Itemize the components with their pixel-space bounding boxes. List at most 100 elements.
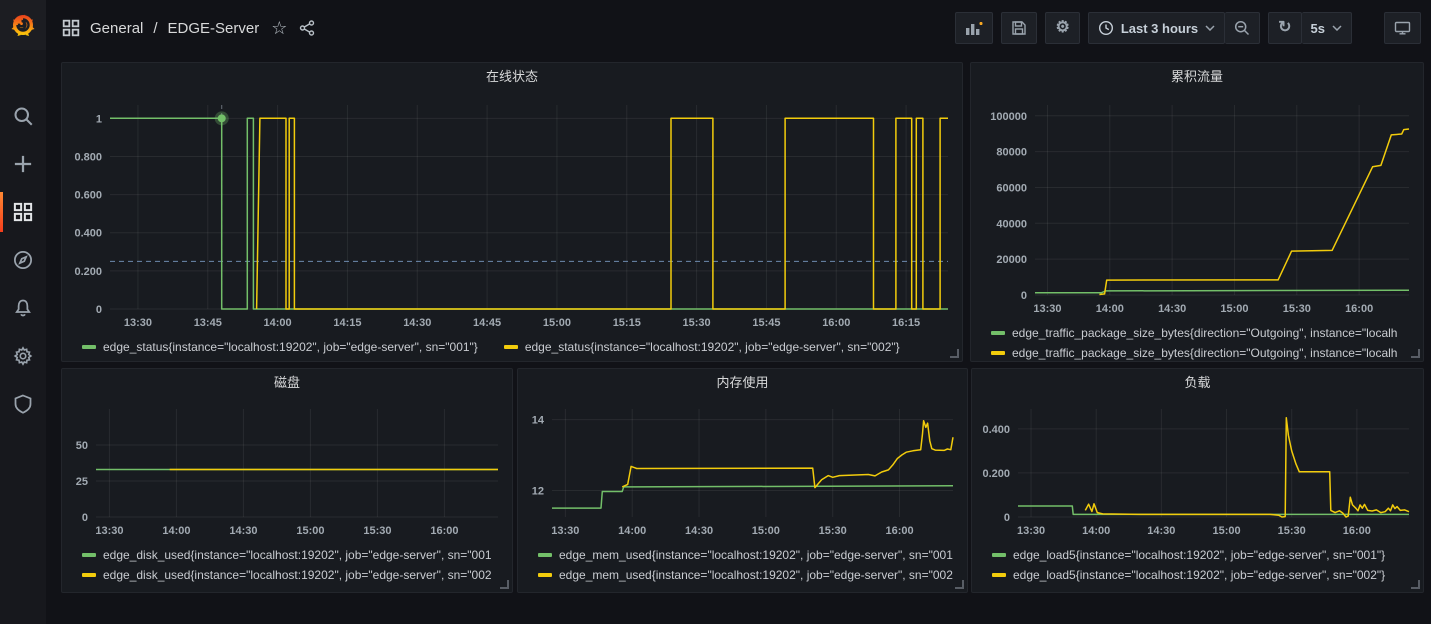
- star-dashboard-button[interactable]: ☆: [271, 19, 287, 37]
- y-axis-tick-label: 40000: [996, 218, 1027, 230]
- legend-swatch[interactable]: [992, 573, 1006, 577]
- legend-series-label: edge_load5{instance="localhost:19202", j…: [1013, 568, 1385, 582]
- series-traffic-sn002: [1099, 129, 1409, 295]
- legend-item[interactable]: edge_mem_used{instance="localhost:19202"…: [538, 565, 959, 585]
- panel-resize-handle[interactable]: [1411, 580, 1420, 589]
- sidebar-item-dashboards[interactable]: [0, 188, 46, 236]
- legend-swatch[interactable]: [504, 345, 518, 349]
- memory-usage-chart[interactable]: 13:3014:0014:3015:0015:3016:001214: [518, 397, 967, 543]
- y-axis-tick-label: 100000: [990, 111, 1027, 123]
- x-axis-tick-label: 15:15: [613, 317, 641, 329]
- legend-series-label: edge_traffic_package_size_bytes{directio…: [1012, 346, 1397, 360]
- sidebar-item-create[interactable]: [0, 140, 46, 188]
- refresh-group: ↻ 5s: [1268, 12, 1352, 44]
- cumulative-traffic-chart[interactable]: 13:3014:0014:3015:0015:3016:000200004000…: [971, 91, 1423, 321]
- panel-title[interactable]: 累积流量: [971, 63, 1423, 91]
- y-axis-tick-label: 1: [96, 113, 102, 125]
- time-range-picker[interactable]: Last 3 hours: [1088, 12, 1225, 44]
- legend-item[interactable]: edge_load5{instance="localhost:19202", j…: [992, 565, 1415, 585]
- settings-gear-icon: ⚙: [1055, 20, 1069, 36]
- online-status-chart[interactable]: 13:3013:4514:0014:1514:3014:4515:0015:15…: [62, 91, 962, 335]
- breadcrumb-folder[interactable]: General: [90, 20, 143, 37]
- panel-resize-handle[interactable]: [955, 580, 964, 589]
- refresh-interval-picker[interactable]: 5s: [1302, 12, 1352, 44]
- sidebar-item-search[interactable]: [0, 92, 46, 140]
- x-axis-tick-label: 13:45: [194, 317, 222, 329]
- legend-series-label: edge_mem_used{instance="localhost:19202"…: [559, 548, 953, 562]
- legend-item[interactable]: edge_load5{instance="localhost:19202", j…: [992, 545, 1415, 565]
- share-dashboard-button[interactable]: [299, 20, 315, 36]
- panel-resize-handle[interactable]: [950, 349, 959, 358]
- gear-icon: [13, 346, 33, 366]
- legend-swatch[interactable]: [991, 351, 1005, 355]
- x-axis-tick-label: 15:00: [1212, 525, 1240, 537]
- legend-item[interactable]: edge_traffic_package_size_bytes{directio…: [991, 323, 1415, 343]
- x-axis-tick-label: 14:30: [685, 525, 713, 537]
- grafana-logo[interactable]: [0, 0, 46, 50]
- dashboard-settings-button[interactable]: ⚙: [1045, 12, 1079, 44]
- sidebar-item-explore[interactable]: [0, 236, 46, 284]
- legend-swatch[interactable]: [82, 553, 96, 557]
- y-axis-tick-label: 20000: [996, 254, 1027, 266]
- legend-series-label: edge_disk_used{instance="localhost:19202…: [103, 568, 492, 582]
- series-mem-sn001: [552, 486, 953, 508]
- grafana-logo-icon: [9, 11, 37, 39]
- legend-swatch[interactable]: [538, 573, 552, 577]
- star-icon: ☆: [271, 19, 287, 37]
- plus-icon: [13, 154, 33, 174]
- panel-title[interactable]: 内存使用: [518, 369, 967, 397]
- x-axis-tick-label: 15:00: [296, 525, 324, 537]
- save-dashboard-button[interactable]: [1001, 12, 1037, 44]
- panel-title[interactable]: 在线状态: [62, 63, 962, 91]
- sidebar-item-configuration[interactable]: [0, 332, 46, 380]
- legend-swatch[interactable]: [82, 345, 96, 349]
- x-axis-tick-label: 14:00: [1096, 303, 1124, 315]
- load-chart[interactable]: 13:3014:0014:3015:0015:3016:0000.2000.40…: [972, 397, 1423, 543]
- x-axis-tick-label: 15:30: [1278, 525, 1306, 537]
- legend-series-label: edge_status{instance="localhost:19202", …: [525, 340, 900, 354]
- chevron-down-icon: [1205, 25, 1215, 31]
- refresh-interval-label: 5s: [1311, 21, 1325, 36]
- kiosk-mode-button[interactable]: [1384, 12, 1421, 44]
- legend-item[interactable]: edge_traffic_package_size_bytes{directio…: [991, 343, 1415, 363]
- kiosk-tv-icon: [1394, 20, 1411, 36]
- legend-item[interactable]: edge_status{instance="localhost:19202", …: [504, 337, 900, 357]
- legend-swatch[interactable]: [992, 553, 1006, 557]
- panel-legend: edge_traffic_package_size_bytes{directio…: [971, 321, 1423, 363]
- legend-swatch[interactable]: [538, 553, 552, 557]
- y-axis-tick-label: 0.200: [982, 468, 1010, 480]
- disk-chart[interactable]: 13:3014:0014:3015:0015:3016:0002550: [62, 397, 512, 543]
- x-axis-tick-label: 13:30: [551, 525, 579, 537]
- breadcrumb-separator: /: [153, 20, 157, 37]
- panel-resize-handle[interactable]: [500, 580, 509, 589]
- sidebar-item-alerting[interactable]: [0, 284, 46, 332]
- bell-icon: [13, 298, 33, 318]
- sidebar-item-server-admin[interactable]: [0, 380, 46, 428]
- legend-swatch[interactable]: [82, 573, 96, 577]
- grafana-app: General / EDGE-Server ☆: [0, 0, 1431, 624]
- panel-title[interactable]: 负载: [972, 369, 1423, 397]
- compass-icon: [13, 250, 33, 270]
- panel-resize-handle[interactable]: [1411, 349, 1420, 358]
- legend-item[interactable]: edge_disk_used{instance="localhost:19202…: [82, 545, 504, 565]
- sidebar: [0, 0, 47, 624]
- add-panel-button[interactable]: [955, 12, 993, 44]
- x-axis-tick-label: 15:30: [683, 317, 711, 329]
- legend-swatch[interactable]: [991, 331, 1005, 335]
- y-axis-tick-label: 80000: [996, 147, 1027, 159]
- panel-legend: edge_status{instance="localhost:19202", …: [62, 335, 962, 357]
- panel-title[interactable]: 磁盘: [62, 369, 512, 397]
- legend-item[interactable]: edge_status{instance="localhost:19202", …: [82, 337, 478, 357]
- x-axis-tick-label: 16:00: [822, 317, 850, 329]
- y-axis-tick-label: 0: [82, 512, 88, 524]
- x-axis-tick-label: 16:15: [892, 317, 920, 329]
- breadcrumb-dashboard-title[interactable]: EDGE-Server: [168, 20, 260, 37]
- legend-item[interactable]: edge_mem_used{instance="localhost:19202"…: [538, 545, 959, 565]
- zoom-out-time-button[interactable]: [1225, 12, 1260, 44]
- save-icon: [1011, 20, 1027, 36]
- y-axis-tick-label: 0.200: [74, 266, 102, 278]
- legend-item[interactable]: edge_disk_used{instance="localhost:19202…: [82, 565, 504, 585]
- series-edge_status-sn001: [110, 118, 948, 309]
- refresh-dashboard-button[interactable]: ↻: [1268, 12, 1301, 44]
- x-axis-tick-label: 15:30: [1283, 303, 1311, 315]
